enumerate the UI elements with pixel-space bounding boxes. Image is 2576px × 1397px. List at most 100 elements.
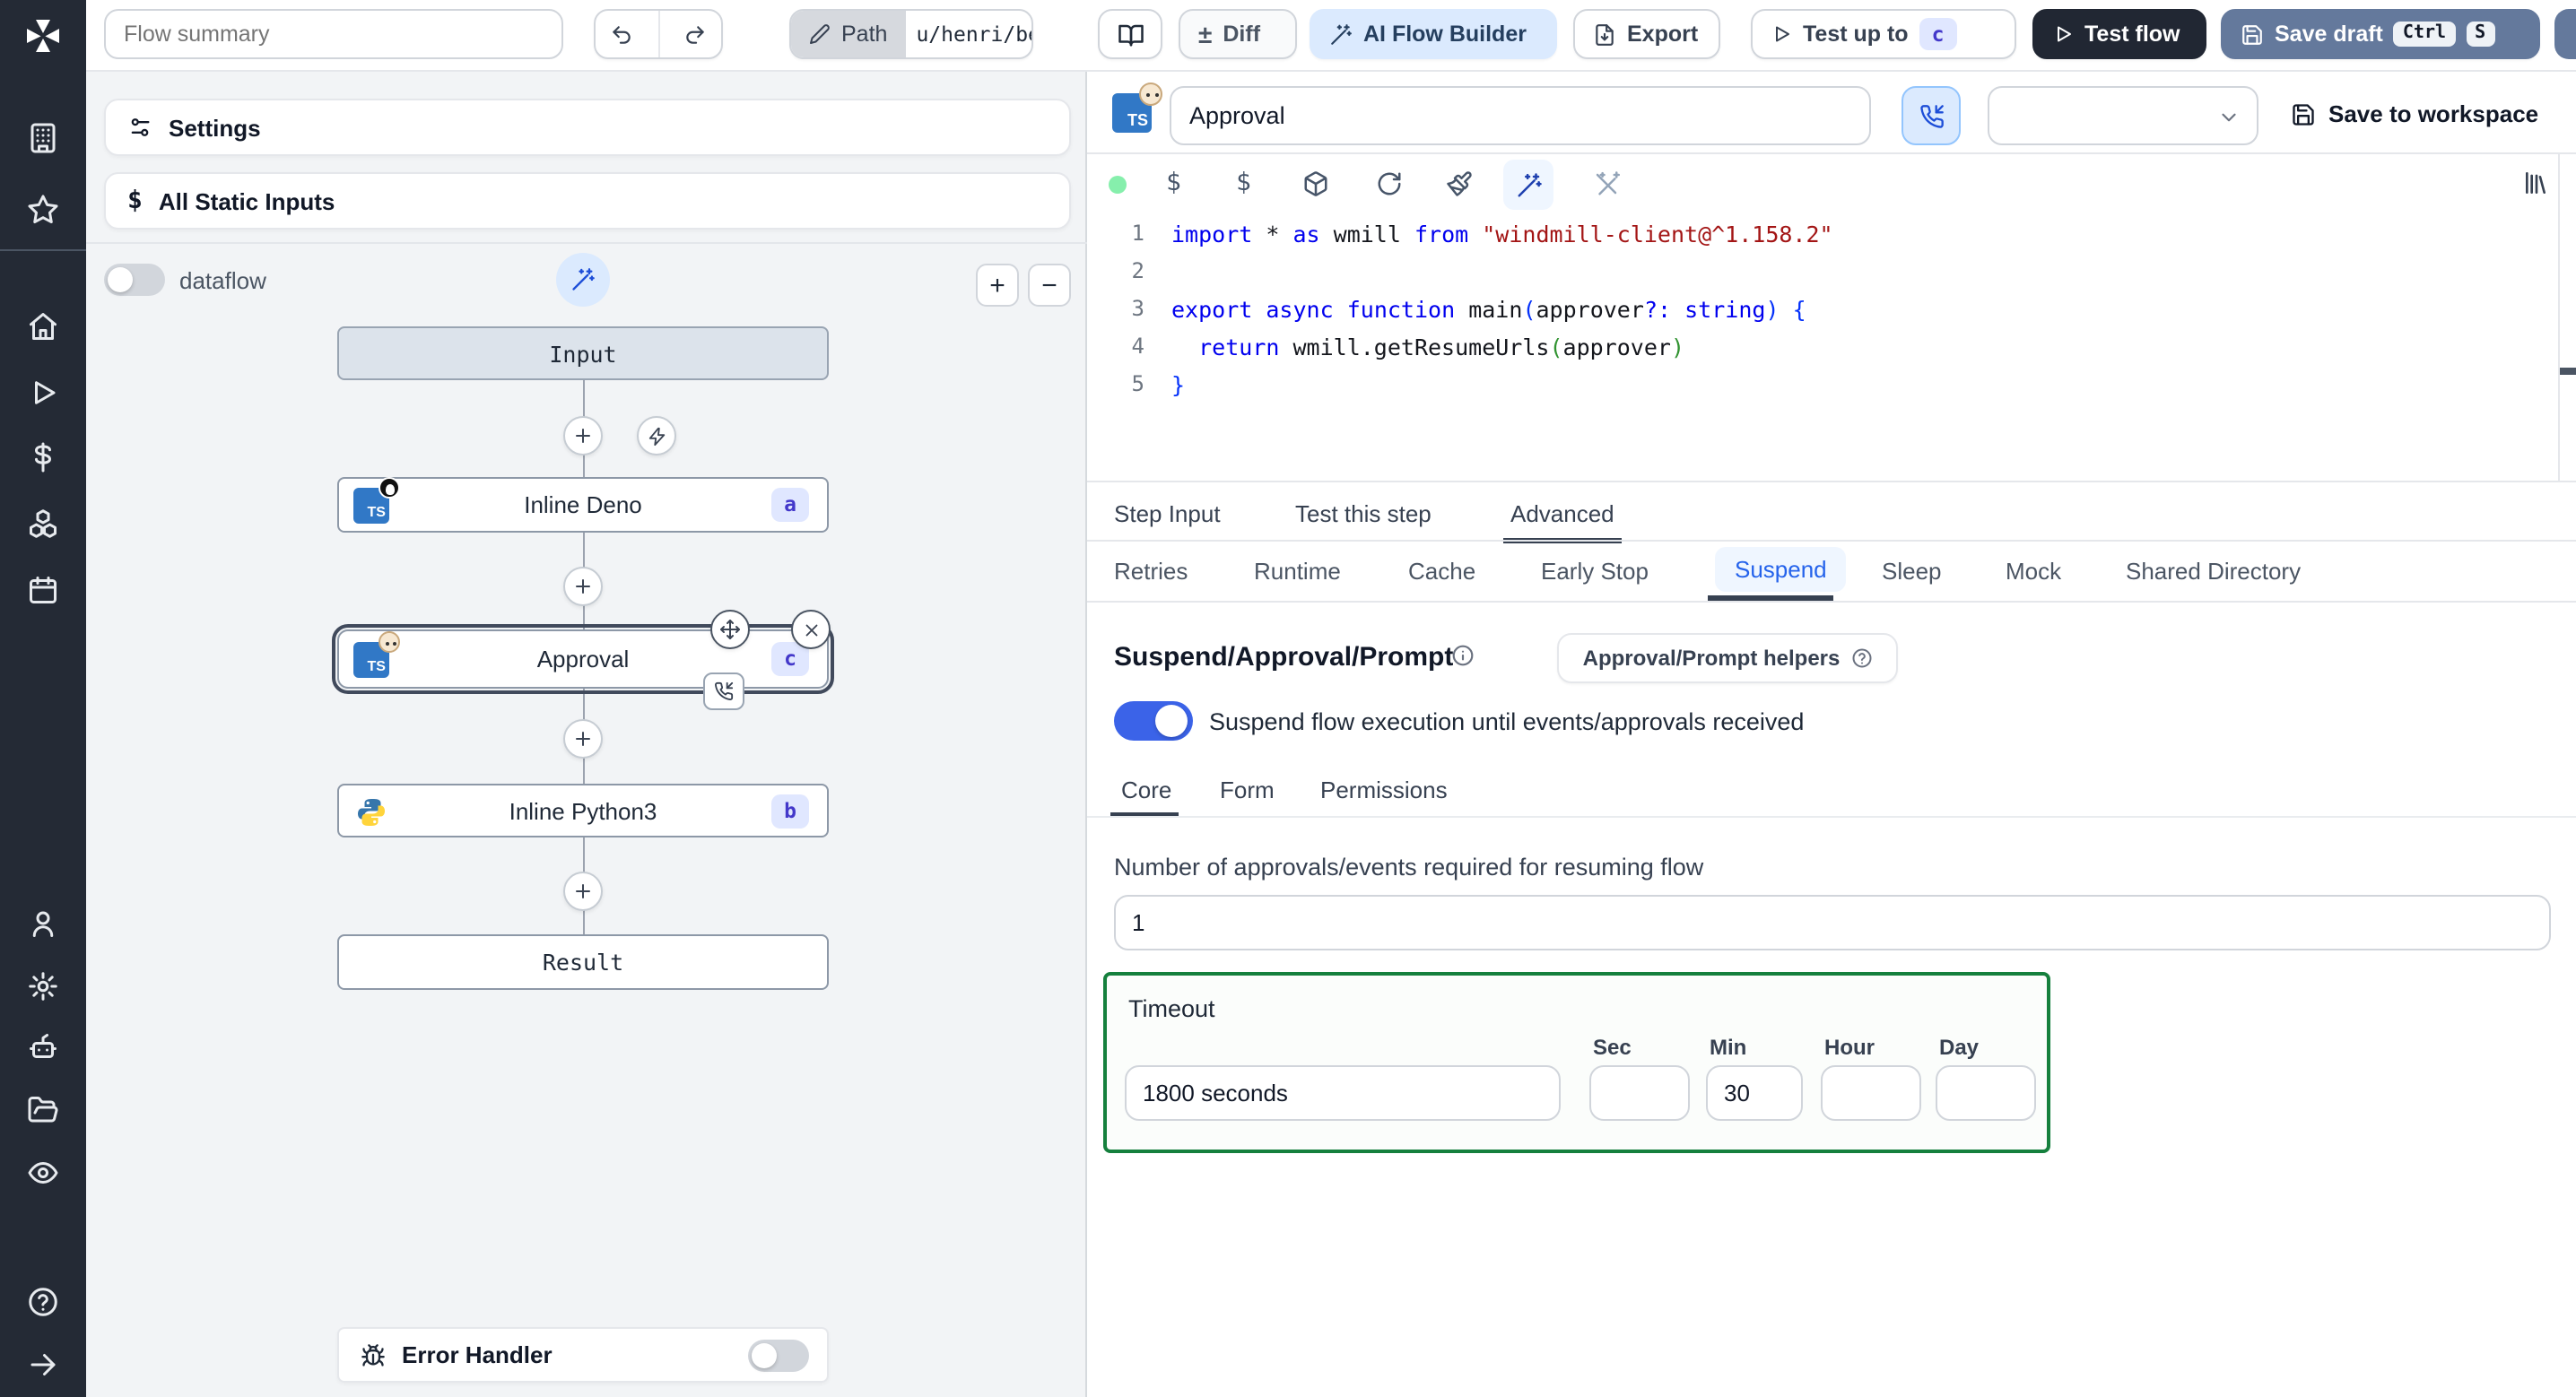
subtab-runtime[interactable]: Runtime	[1254, 558, 1341, 585]
subtab-core-active[interactable]: Core	[1114, 766, 1179, 814]
timeout-day-input[interactable]	[1936, 1065, 2036, 1121]
save-icon	[2293, 103, 2314, 125]
code-editor[interactable]: 1 2 3 4 5 import * as wmill from "windmi…	[1087, 210, 2558, 481]
favorites-star-icon[interactable]	[27, 194, 59, 226]
error-handler-row[interactable]: Error Handler	[337, 1327, 829, 1383]
tab-step-input[interactable]: Step Input	[1107, 490, 1228, 538]
audit-eye-icon[interactable]	[27, 1157, 59, 1189]
add-trigger-bolt-button[interactable]	[637, 416, 676, 456]
zoom-out-button[interactable]: −	[1028, 264, 1071, 307]
undo-redo-group	[594, 9, 723, 59]
line-number: 2	[1131, 258, 1144, 283]
ai-flow-builder-button[interactable]: AI Flow Builder	[1310, 9, 1557, 59]
flow-node-result[interactable]: Result	[337, 934, 829, 990]
info-icon[interactable]	[1451, 644, 1475, 667]
subtab-shared-directory[interactable]: Shared Directory	[2126, 558, 2301, 585]
move-node-button[interactable]	[710, 610, 750, 649]
timeout-fieldset: Timeout Sec Min Hour Day	[1103, 972, 2050, 1153]
subtab-suspend-active[interactable]: Suspend	[1715, 547, 1847, 592]
tag-select-dropdown[interactable]	[1988, 86, 2258, 145]
subtab-form[interactable]: Form	[1213, 766, 1282, 814]
export-button[interactable]: Export	[1573, 9, 1720, 59]
approval-prompt-helpers-button[interactable]: Approval/Prompt helpers	[1557, 633, 1898, 683]
approvals-count-input[interactable]	[1114, 895, 2551, 950]
add-step-button[interactable]	[563, 416, 603, 456]
variables-icon[interactable]	[27, 441, 59, 473]
help-icon[interactable]	[27, 1286, 59, 1318]
reload-icon[interactable]	[1376, 170, 1403, 197]
path-button[interactable]: Path u/henri/bes	[789, 9, 1033, 59]
workers-robot-icon[interactable]	[27, 1031, 59, 1063]
suspend-phone-incoming-badge[interactable]	[703, 672, 744, 710]
folders-icon[interactable]	[27, 1094, 59, 1126]
workspace-icon[interactable]	[27, 122, 59, 154]
all-static-inputs-button[interactable]: $ All Static Inputs	[104, 172, 1071, 230]
timeout-min-input[interactable]	[1706, 1065, 1803, 1121]
resources-cubes-icon[interactable]	[27, 508, 59, 540]
flow-summary-input[interactable]	[104, 9, 563, 59]
deploy-button-partial[interactable]	[2554, 9, 2576, 59]
delete-node-button[interactable]	[791, 610, 831, 649]
error-handler-toggle[interactable]	[748, 1340, 809, 1372]
ai-assist-wand-button-active[interactable]	[1503, 160, 1553, 210]
code-line-3: export async function main(approver?: st…	[1171, 296, 1806, 323]
timeout-day-label: Day	[1939, 1035, 1980, 1060]
save-to-workspace-button[interactable]: Save to workspace	[2291, 100, 2538, 127]
tabs-divider	[1087, 540, 2576, 542]
schedules-calendar-icon[interactable]	[27, 574, 59, 606]
play-icon	[2058, 26, 2071, 42]
add-step-button[interactable]	[563, 872, 603, 911]
suspend-toggle-on[interactable]	[1114, 701, 1193, 741]
save-draft-button[interactable]: Save draft Ctrl S	[2221, 9, 2540, 59]
diff-button[interactable]: ± Diff	[1179, 9, 1297, 59]
add-step-button[interactable]	[563, 719, 603, 759]
library-icon[interactable]	[2522, 169, 2551, 197]
export-file-icon	[1596, 23, 1614, 45]
test-flow-button[interactable]: Test flow	[2032, 9, 2206, 59]
runs-icon[interactable]	[27, 377, 59, 409]
flow-settings-button[interactable]: Settings	[104, 99, 1071, 156]
format-paintbrush-icon[interactable]	[1446, 170, 1473, 197]
subtab-cache[interactable]: Cache	[1408, 558, 1475, 585]
bug-icon	[361, 1343, 385, 1366]
ai-graph-wand-button[interactable]	[556, 253, 610, 307]
timeout-hour-input[interactable]	[1821, 1065, 1921, 1121]
redo-button[interactable]	[670, 22, 721, 46]
step-title-input[interactable]	[1170, 86, 1871, 145]
flow-node-input[interactable]: Input	[337, 326, 829, 380]
export-label: Export	[1627, 22, 1699, 47]
assets-dollar-icon[interactable]: $	[1166, 169, 1181, 197]
undo-button[interactable]	[596, 22, 647, 46]
timeout-summary-input[interactable]	[1125, 1065, 1561, 1121]
dataflow-toggle[interactable]	[104, 264, 165, 296]
expand-sidebar-arrow-icon[interactable]	[27, 1349, 59, 1381]
windmill-logo[interactable]	[22, 14, 65, 57]
subtab-mock[interactable]: Mock	[2006, 558, 2061, 585]
settings-gear-icon[interactable]	[27, 970, 59, 1002]
add-step-button[interactable]	[563, 567, 603, 606]
left-rail	[0, 0, 86, 1397]
docs-book-button[interactable]	[1098, 9, 1162, 59]
suspend-phone-toggle-button[interactable]	[1902, 86, 1961, 145]
zoom-in-button[interactable]: +	[976, 264, 1019, 307]
variables-dollar-icon[interactable]: $	[1236, 169, 1251, 197]
subtab-permissions[interactable]: Permissions	[1313, 766, 1455, 814]
home-icon[interactable]	[27, 310, 59, 343]
bun-runtime-icon	[1139, 82, 1162, 106]
flow-node-inline-python[interactable]: Inline Python3 b	[337, 784, 829, 837]
subtab-early-stop[interactable]: Early Stop	[1541, 558, 1649, 585]
test-up-to-button[interactable]: Test up to c	[1751, 9, 2016, 59]
package-icon[interactable]	[1302, 170, 1329, 197]
users-icon[interactable]	[27, 907, 59, 940]
timeout-sec-input[interactable]	[1589, 1065, 1690, 1121]
tab-advanced-active[interactable]: Advanced	[1503, 490, 1622, 543]
deno-runtime-icon	[379, 477, 400, 499]
tab-test-this-step[interactable]: Test this step	[1288, 490, 1439, 538]
sparkles-off-icon[interactable]	[1593, 170, 1620, 197]
approval-node-label: Approval	[536, 646, 630, 672]
flow-node-inline-deno[interactable]: TS Inline Deno a	[337, 477, 829, 533]
editor-scrollbar-gutter	[2558, 154, 2560, 481]
flow-node-approval-selected[interactable]: TS Approval c	[331, 610, 835, 710]
subtab-retries[interactable]: Retries	[1114, 558, 1188, 585]
subtab-sleep[interactable]: Sleep	[1882, 558, 1942, 585]
